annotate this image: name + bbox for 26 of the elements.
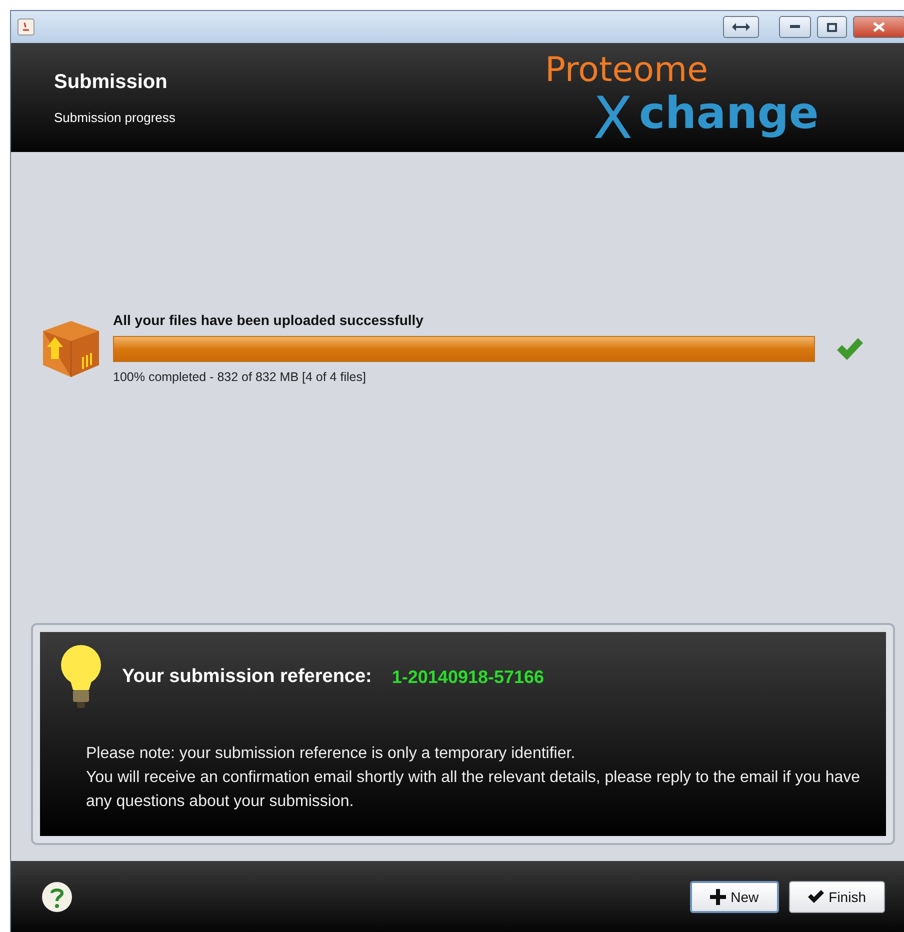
finish-button[interactable]: Finish <box>788 881 885 913</box>
maximize-icon <box>827 22 837 32</box>
note-text: Please note: your submission reference is only a temporary identifier. <box>86 744 576 764</box>
reference-value: 1-20140918-57166 <box>392 666 544 688</box>
page-title: Submission <box>54 70 168 94</box>
new-button[interactable]: New <box>690 881 779 913</box>
page-subtitle: Submission progress <box>54 110 176 124</box>
upload-status-title: All your files have been uploaded successfully <box>113 312 424 328</box>
plus-icon <box>710 889 726 905</box>
logo-letter: X <box>593 92 633 144</box>
double-arrow-icon <box>731 22 751 32</box>
progress-text: 100% completed - 832 of 832 MB [4 of 4 files] <box>113 370 367 384</box>
reference-label: Your submission reference: <box>122 666 372 688</box>
minimize-icon <box>790 25 800 29</box>
logo-text: Proteome <box>545 52 708 89</box>
java-icon <box>17 18 35 36</box>
maximize-button[interactable] <box>817 16 847 38</box>
lightbulb-icon <box>58 644 104 710</box>
minimize-button[interactable] <box>779 16 811 38</box>
logo-text: change <box>639 90 819 138</box>
check-icon <box>808 890 824 904</box>
resize-button[interactable] <box>723 16 759 38</box>
help-icon[interactable] <box>41 881 73 913</box>
note-text: You will receive an confirmation email shortly with all the relevant details, please reply to the email if you have any questions about your submission. <box>86 768 862 812</box>
close-button[interactable] <box>853 16 904 38</box>
close-icon <box>873 22 885 32</box>
